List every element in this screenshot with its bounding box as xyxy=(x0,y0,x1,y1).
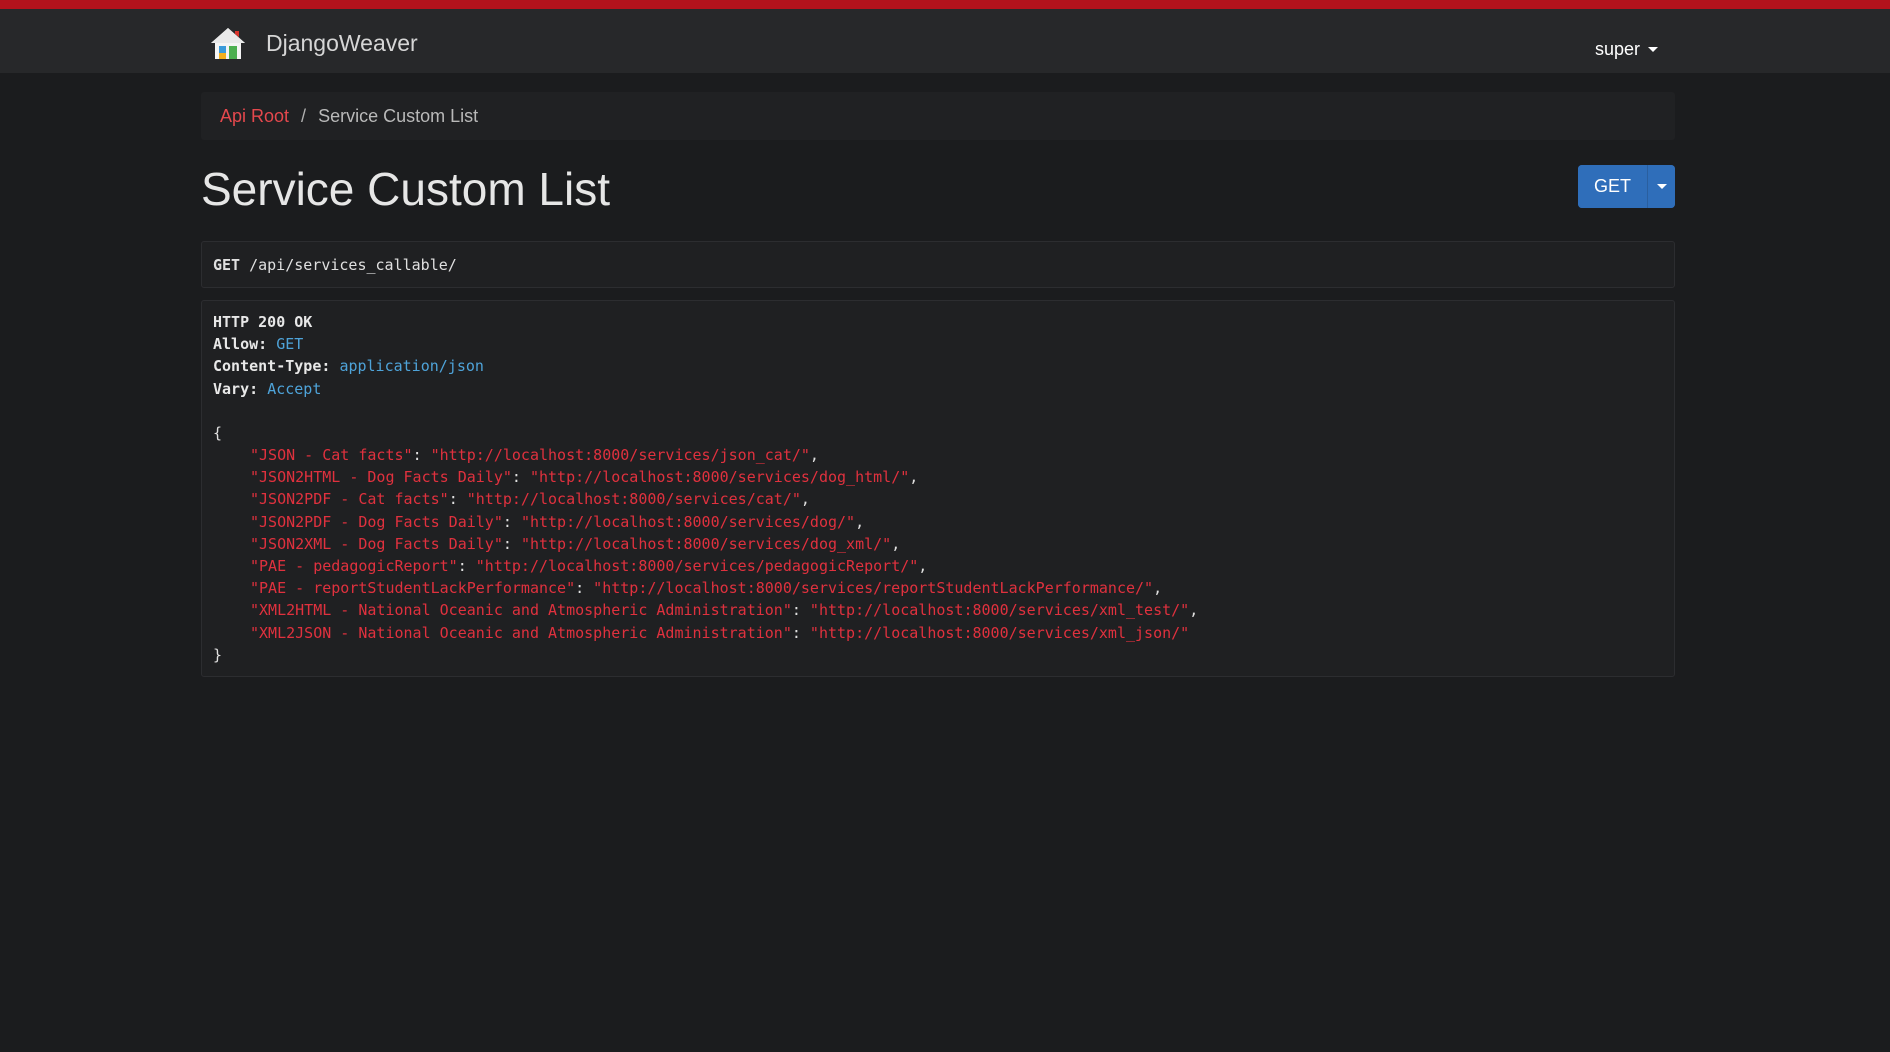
json-key: "XML2HTML - National Oceanic and Atmosph… xyxy=(250,601,792,620)
json-key: "XML2JSON - National Oceanic and Atmosph… xyxy=(250,623,792,642)
json-key: "JSON - Cat facts" xyxy=(250,446,413,465)
brand[interactable]: DjangoWeaver xyxy=(208,25,418,61)
json-key: "PAE - pedagogicReport" xyxy=(250,557,458,576)
header-value: GET xyxy=(276,335,304,354)
json-link[interactable]: "http://localhost:8000/services/xml_json… xyxy=(810,624,1189,642)
json-entry: "JSON2HTML - Dog Facts Daily": "http://l… xyxy=(250,468,919,487)
json-entry: "XML2JSON - National Oceanic and Atmosph… xyxy=(250,623,1190,642)
json-close-brace: } xyxy=(213,645,223,664)
caret-down-icon xyxy=(1648,47,1658,52)
json-key: "PAE - reportStudentLackPerformance" xyxy=(250,579,576,598)
response-body: HTTP 200 OK Allow: GET Content-Type: appli… xyxy=(201,300,1675,677)
header-key: Content-Type: xyxy=(213,357,331,376)
response-header-content-type: Content-Type: application/json xyxy=(213,355,1663,377)
json-entry: "JSON2PDF - Cat facts": "http://localhos… xyxy=(250,490,810,509)
json-link[interactable]: "http://localhost:8000/services/dog_xml/… xyxy=(521,535,891,553)
json-entry: "PAE - reportStudentLackPerformance": "h… xyxy=(250,579,1163,598)
json-key: "JSON2HTML - Dog Facts Daily" xyxy=(250,468,512,487)
breadcrumb-current: Service Custom List xyxy=(318,105,479,126)
json-link[interactable]: "http://localhost:8000/services/dog/" xyxy=(521,513,855,531)
response-header-allow: Allow: GET xyxy=(213,333,1663,355)
top-navbar: DjangoWeaver super xyxy=(0,0,1890,73)
json-entry: "XML2HTML - National Oceanic and Atmosph… xyxy=(250,601,1199,620)
json-entry: "PAE - pedagogicReport": "http://localho… xyxy=(250,557,928,576)
response-status: HTTP 200 OK xyxy=(213,313,313,331)
json-link[interactable]: "http://localhost:8000/services/pedagogi… xyxy=(476,557,919,575)
request-method: GET xyxy=(213,255,241,274)
json-link[interactable]: "http://localhost:8000/services/reportSt… xyxy=(593,579,1153,597)
user-menu-label: super xyxy=(1594,39,1640,59)
user-menu-dropdown[interactable]: super xyxy=(1595,39,1658,60)
breadcrumb-api-root-link[interactable]: Api Root xyxy=(220,106,289,127)
request-info: GET /api/services_callable/ xyxy=(201,241,1675,288)
json-key: "JSON2PDF - Dog Facts Daily" xyxy=(250,512,503,531)
response-header-vary: Vary: Accept xyxy=(213,378,1663,400)
header-key: Vary: xyxy=(213,379,259,398)
breadcrumb: Api Root / Service Custom List xyxy=(201,92,1675,140)
json-entry: "JSON2PDF - Dog Facts Daily": "http://lo… xyxy=(250,512,865,531)
main-content: Api Root / Service Custom List Service C… xyxy=(201,92,1675,677)
json-link[interactable]: "http://localhost:8000/services/json_cat… xyxy=(431,446,810,464)
json-key: "JSON2XML - Dog Facts Daily" xyxy=(250,534,503,553)
page-title: Service Custom List xyxy=(201,163,611,215)
json-key: "JSON2PDF - Cat facts" xyxy=(250,490,449,509)
breadcrumb-separator: / xyxy=(301,105,307,126)
header-key: Allow: xyxy=(213,335,268,354)
get-button-group: GET xyxy=(1578,165,1675,208)
json-entry: "JSON2XML - Dog Facts Daily": "http://lo… xyxy=(250,534,901,553)
brand-name: DjangoWeaver xyxy=(266,29,418,56)
json-entry: "JSON - Cat facts": "http://localhost:80… xyxy=(250,446,819,465)
json-open-brace: { xyxy=(213,423,223,442)
caret-down-icon xyxy=(1656,184,1667,189)
get-format-dropdown-button[interactable] xyxy=(1647,165,1675,208)
header-value: application/json xyxy=(339,357,484,376)
json-link[interactable]: "http://localhost:8000/services/dog_html… xyxy=(530,468,909,486)
header-value: Accept xyxy=(267,379,322,398)
request-path: /api/services_callable/ xyxy=(249,255,457,274)
json-link[interactable]: "http://localhost:8000/services/xml_test… xyxy=(810,601,1189,619)
house-icon xyxy=(211,28,245,59)
json-link[interactable]: "http://localhost:8000/services/cat/" xyxy=(467,490,801,508)
get-button[interactable]: GET xyxy=(1578,165,1647,208)
